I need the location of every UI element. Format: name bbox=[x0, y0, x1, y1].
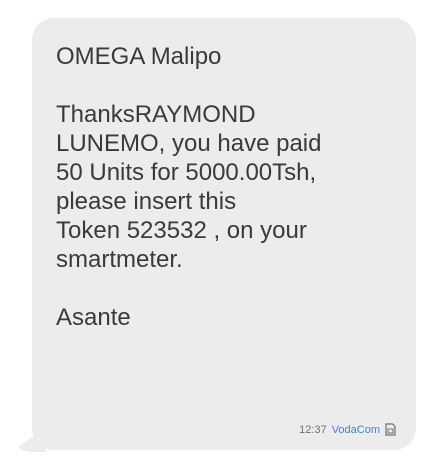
sim-card-icon bbox=[385, 423, 396, 436]
message-time: 12:37 bbox=[299, 423, 327, 436]
message-body-line: please insert this bbox=[56, 188, 237, 215]
message-body-line: Token 523532 , on your bbox=[56, 217, 307, 244]
message-body-line: smartmeter. bbox=[56, 246, 183, 273]
message-body-line: ThanksRAYMOND bbox=[56, 101, 256, 128]
message-closing: Asante bbox=[56, 304, 131, 331]
message-body-line: LUNEMO, you have paid bbox=[56, 130, 322, 157]
message-meta: 12:37 VodaCom bbox=[299, 423, 396, 436]
message-body-line: 50 Units for 5000.00Tsh, bbox=[56, 159, 317, 186]
message-sender-line: OMEGA Malipo bbox=[56, 43, 222, 70]
message-carrier: VodaCom bbox=[331, 423, 380, 436]
sms-message-view: OMEGA Malipo ThanksRAYMOND LUNEMO, you h… bbox=[0, 0, 421, 469]
message-bubble[interactable]: OMEGA Malipo ThanksRAYMOND LUNEMO, you h… bbox=[32, 18, 416, 450]
